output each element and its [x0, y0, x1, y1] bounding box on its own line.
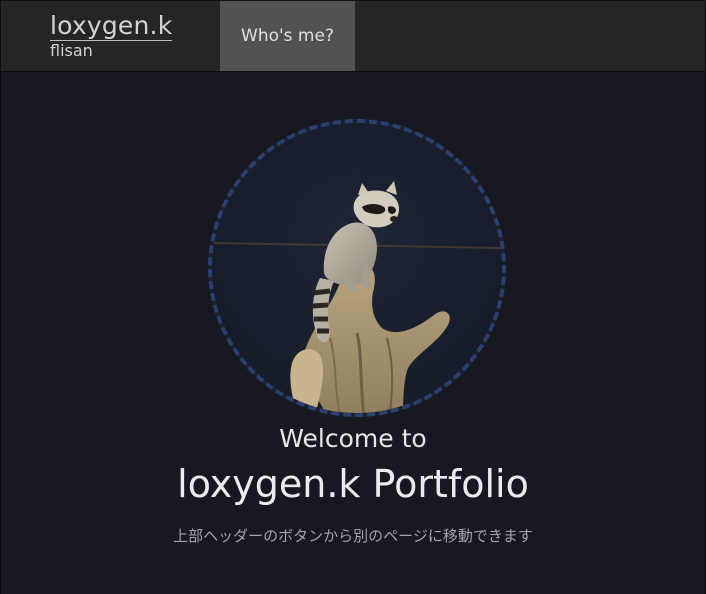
raccoon-photo-icon: [212, 123, 502, 413]
brand-link[interactable]: loxygen.k flisan: [50, 11, 173, 60]
brand-subtitle: flisan: [50, 41, 93, 60]
welcome-heading: Welcome to: [279, 424, 427, 453]
top-header: loxygen.k flisan Who's me?: [1, 0, 705, 72]
page-title: loxygen.k Portfolio: [177, 462, 529, 506]
page-description: 上部ヘッダーのボタンから別のページに移動できます: [173, 527, 533, 545]
page: loxygen.k flisan Who's me? Welcome to lo…: [0, 0, 706, 594]
brand-title: loxygen.k: [50, 11, 173, 41]
avatar: [208, 119, 506, 417]
nav-whos-me-button[interactable]: Who's me?: [220, 1, 355, 71]
nav-whos-me-label: Who's me?: [241, 26, 334, 46]
